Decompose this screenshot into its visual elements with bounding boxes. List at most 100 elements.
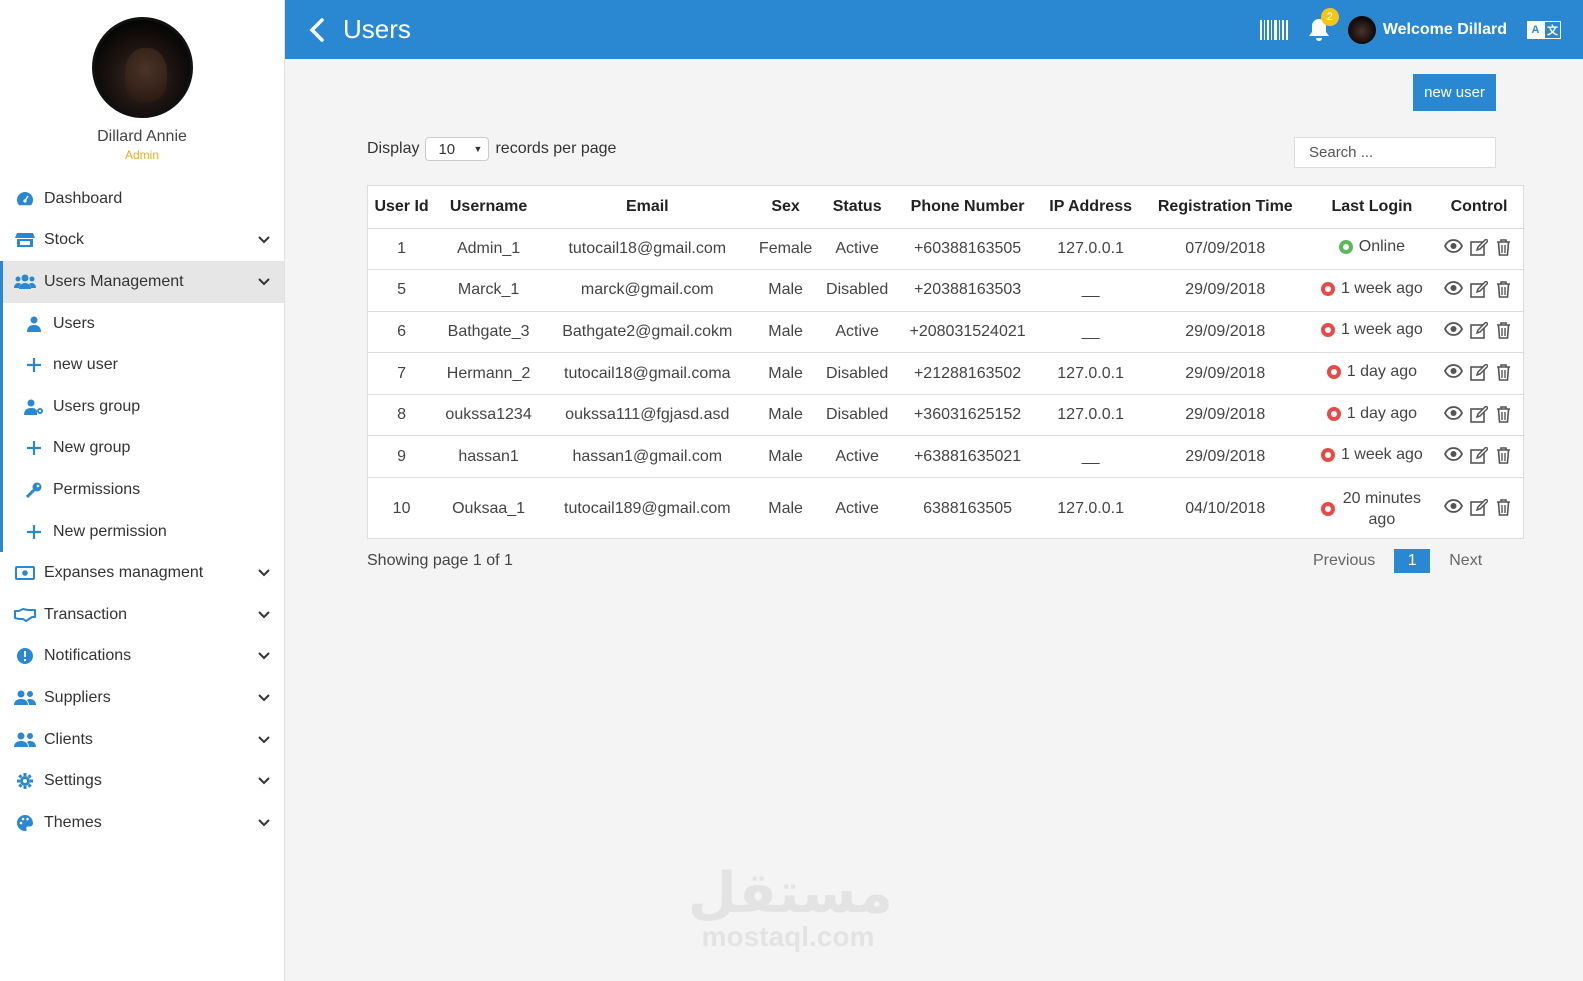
view-eye-icon[interactable] (1443, 239, 1463, 256)
profile-name: Dillard Annie (97, 128, 187, 145)
last-login-text: 1 day ago (1346, 404, 1418, 422)
chevron-down-icon (258, 234, 270, 246)
user-icon (23, 315, 45, 333)
column-header: Username (435, 186, 542, 229)
language-toggle-icon[interactable]: A 文 (1527, 20, 1561, 39)
cell-phone: +208031524021 (895, 311, 1040, 354)
cell-username: Marck_1 (435, 269, 542, 312)
sidebar-item-label: Expanses managment (44, 564, 204, 582)
current-page-button[interactable]: 1 (1394, 549, 1431, 573)
dashboard-icon (14, 190, 36, 208)
column-header: Sex (752, 186, 819, 229)
sidebar-subitem-new-group[interactable]: New group (3, 428, 284, 470)
edit-icon[interactable] (1469, 364, 1489, 381)
cell-last-login: 1 week ago (1308, 435, 1436, 479)
sidebar-subitem-new-permission[interactable]: New permission (3, 511, 284, 553)
view-eye-icon[interactable] (1443, 405, 1463, 423)
back-icon[interactable] (303, 16, 331, 44)
sidebar-item-notifications[interactable]: Notifications (0, 636, 284, 678)
view-eye-icon[interactable] (1443, 499, 1463, 516)
new-user-button[interactable]: new user (1413, 74, 1496, 111)
delete-trash-icon[interactable] (1496, 364, 1515, 381)
table-row[interactable]: 7 Hermann_2 tutocail18@gmail.coma Male Disab… (368, 352, 1523, 395)
sidebar-item-settings[interactable]: Settings (0, 760, 284, 802)
cell-registered: 29/09/2018 (1141, 352, 1309, 395)
sidebar-item-label: Themes (44, 813, 102, 831)
table-row[interactable]: 6 Bathgate_3 Bathgate2@gmail.cokm Male Activ… (368, 311, 1523, 354)
table-row[interactable]: 1 Admin_1 tutocail18@gmail.com Female Active… (368, 228, 1523, 271)
cell-status: Disabled (818, 352, 896, 395)
sidebar-subitem-users-group[interactable]: Users group (3, 386, 284, 428)
delete-trash-icon[interactable] (1496, 447, 1515, 465)
table-body: 1 Admin_1 tutocail18@gmail.com Female Active… (368, 228, 1523, 540)
cell-ip: 127.0.0.1 (1057, 499, 1124, 517)
cell-email: tutocail18@gmail.coma (541, 352, 753, 395)
profile-avatar[interactable] (91, 17, 193, 118)
user-cog-icon (23, 398, 45, 416)
edit-icon[interactable] (1469, 280, 1489, 298)
table-row[interactable]: 8 oukssa1234 oukssa111@fgjasd.asd Male Disab… (368, 394, 1523, 437)
sidebar-subitem-label: Users (53, 314, 95, 332)
last-login-text: 20 minutes ago (1342, 489, 1421, 528)
table-row[interactable]: 10 Ouksaa_1 tutocail189@gmail.com Male Activ… (368, 478, 1523, 540)
sidebar-item-themes[interactable]: Themes (0, 802, 284, 844)
edit-icon[interactable] (1469, 499, 1489, 517)
barcode-icon[interactable] (1259, 19, 1288, 40)
view-eye-icon[interactable] (1443, 322, 1463, 339)
column-header: Status (818, 186, 896, 229)
sidebar-item-stock[interactable]: Stock (0, 220, 284, 262)
cell-sex: Male (752, 311, 819, 354)
sidebar-subitem-permissions[interactable]: Permissions (3, 469, 284, 511)
user-avatar[interactable] (1347, 15, 1376, 44)
records-per-page-select[interactable]: 10 ▼ (425, 137, 490, 161)
delete-trash-icon[interactable] (1496, 281, 1515, 298)
previous-page-button[interactable]: Previous (1303, 552, 1385, 570)
sidebar-item-transaction[interactable]: Transaction (0, 594, 284, 636)
offline-status-icon (1326, 406, 1341, 421)
edit-icon[interactable] (1469, 405, 1489, 423)
sidebar-item-suppliers[interactable]: Suppliers (0, 677, 284, 719)
table-row[interactable]: 5 Marck_1 marck@gmail.com Male Disabled +2038… (368, 269, 1523, 312)
sidebar-subitem-users[interactable]: Users (3, 303, 284, 345)
sidebar-subitem-new-user[interactable]: new user (3, 344, 284, 386)
sidebar-item-label: Suppliers (44, 688, 111, 706)
welcome-user[interactable]: Welcome Dillard (1383, 21, 1507, 39)
notification-bell-icon[interactable]: 2 (1306, 7, 1339, 43)
cell-id: 10 (392, 499, 411, 517)
row-controls (1443, 239, 1515, 257)
delete-trash-icon[interactable] (1496, 499, 1515, 517)
last-login-status: 1 day ago (1326, 363, 1417, 381)
delete-trash-icon[interactable] (1496, 405, 1515, 423)
table-row[interactable]: 9 hassan1 hassan1@gmail.com Male Active +6388… (368, 435, 1523, 479)
cell-status: Disabled (818, 394, 896, 437)
search-input[interactable] (1294, 137, 1496, 168)
sidebar-item-dashboard[interactable]: Dashboard (0, 178, 284, 220)
cell-id: 5 (368, 269, 436, 312)
delete-trash-icon[interactable] (1496, 322, 1515, 340)
sidebar-subitem-label: New permission (53, 522, 167, 540)
last-login-status: 20 minutes ago (1320, 488, 1423, 530)
edit-icon[interactable] (1469, 447, 1489, 465)
lang-right-label: 文 (1544, 20, 1561, 39)
view-eye-icon[interactable] (1443, 447, 1463, 464)
cell-phone: +21288163502 (895, 352, 1040, 395)
sidebar-nav: Dashboard Stock Users Management Users n… (0, 178, 284, 844)
cell-registered: 29/09/2018 (1141, 394, 1309, 437)
chevron-down-icon (258, 609, 270, 621)
sidebar-item-expanses[interactable]: Expanses managment (0, 552, 284, 594)
pagination: Previous 1 Next (1303, 549, 1492, 573)
cell-phone: +36031625152 (895, 394, 1040, 437)
cell-registered: 04/10/2018 (1185, 499, 1266, 517)
delete-trash-icon[interactable] (1496, 239, 1515, 257)
edit-icon[interactable] (1469, 239, 1489, 257)
cell-id: 6 (368, 311, 436, 354)
view-eye-icon[interactable] (1443, 364, 1463, 381)
view-eye-icon[interactable] (1443, 280, 1463, 298)
cell-email: hassan1@gmail.com (541, 435, 753, 479)
sidebar-item-label: Dashboard (44, 189, 123, 207)
sidebar-item-clients[interactable]: Clients (0, 719, 284, 761)
sidebar-item-label: Settings (44, 772, 102, 790)
edit-icon[interactable] (1469, 322, 1489, 340)
next-page-button[interactable]: Next (1439, 552, 1492, 570)
sidebar-item-users-management[interactable]: Users Management (0, 261, 284, 303)
